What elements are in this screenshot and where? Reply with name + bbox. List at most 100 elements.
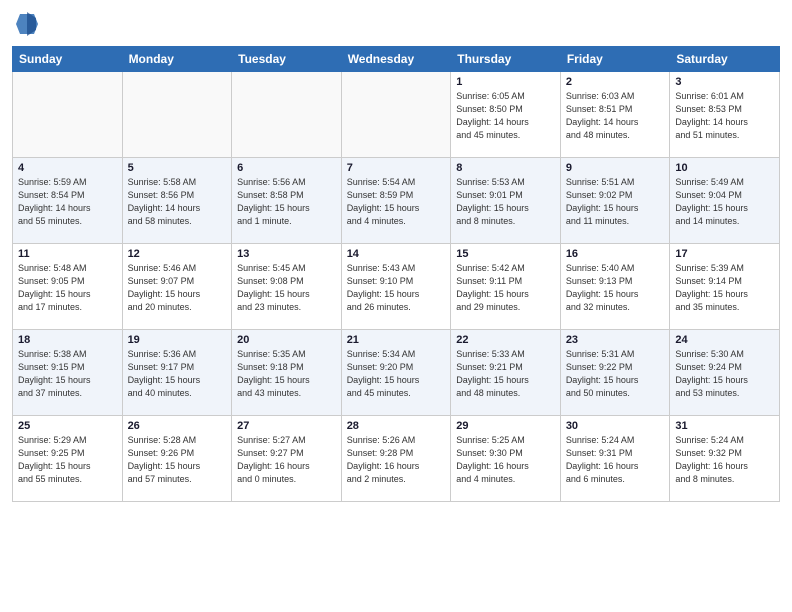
day-detail: Sunrise: 5:46 AM Sunset: 9:07 PM Dayligh… [128, 262, 227, 314]
calendar-cell: 9 Sunrise: 5:51 AM Sunset: 9:02 PM Daylig… [560, 158, 670, 244]
day-number: 9 [566, 162, 665, 174]
day-detail: Sunrise: 5:30 AM Sunset: 9:24 PM Dayligh… [675, 348, 774, 400]
calendar-cell: 31 Sunrise: 5:24 AM Sunset: 9:32 PM Dayli… [670, 416, 780, 502]
day-detail: Sunrise: 5:27 AM Sunset: 9:27 PM Dayligh… [237, 434, 336, 486]
day-detail: Sunrise: 5:35 AM Sunset: 9:18 PM Dayligh… [237, 348, 336, 400]
day-number: 4 [18, 162, 117, 174]
day-detail: Sunrise: 5:42 AM Sunset: 9:11 PM Dayligh… [456, 262, 555, 314]
day-detail: Sunrise: 6:05 AM Sunset: 8:50 PM Dayligh… [456, 90, 555, 142]
day-number: 25 [18, 420, 117, 432]
calendar-cell: 10Sunrise: 5:49 AM Sunset: 9:04 PM Dayli… [670, 158, 780, 244]
day-detail: Sunrise: 6:03 AM Sunset: 8:51 PM Dayligh… [566, 90, 665, 142]
day-number: 19 [128, 334, 227, 346]
day-detail: Sunrise: 5:25 AM Sunset: 9:30 PM Dayligh… [456, 434, 555, 486]
day-detail: Sunrise: 6:01 AM Sunset: 8:53 PM Dayligh… [675, 90, 774, 142]
calendar-day-header: Saturday [670, 47, 780, 72]
day-detail: Sunrise: 5:31 AM Sunset: 9:22 PM Dayligh… [566, 348, 665, 400]
day-detail: Sunrise: 5:38 AM Sunset: 9:15 PM Dayligh… [18, 348, 117, 400]
calendar-cell: 12 Sunrise: 5:46 AM Sunset: 9:07 PM Dayli… [122, 244, 232, 330]
page: SundayMondayTuesdayWednesdayThursdayFrid… [0, 0, 792, 612]
day-detail: Sunrise: 5:36 AM Sunset: 9:17 PM Dayligh… [128, 348, 227, 400]
day-detail: Sunrise: 5:51 AM Sunset: 9:02 PM Dayligh… [566, 176, 665, 228]
day-detail: Sunrise: 5:39 AM Sunset: 9:14 PM Dayligh… [675, 262, 774, 314]
day-number: 24 [675, 334, 774, 346]
day-detail: Sunrise: 5:43 AM Sunset: 9:10 PM Dayligh… [347, 262, 446, 314]
day-number: 14 [347, 248, 446, 260]
day-detail: Sunrise: 5:34 AM Sunset: 9:20 PM Dayligh… [347, 348, 446, 400]
calendar-header-row: SundayMondayTuesdayWednesdayThursdayFrid… [13, 47, 780, 72]
day-number: 16 [566, 248, 665, 260]
calendar-cell: 27 Sunrise: 5:27 AM Sunset: 9:27 PM Dayli… [232, 416, 342, 502]
calendar-cell: 25 Sunrise: 5:29 AM Sunset: 9:25 PM Dayli… [13, 416, 123, 502]
calendar-cell: 24 Sunrise: 5:30 AM Sunset: 9:24 PM Dayli… [670, 330, 780, 416]
calendar-cell [122, 72, 232, 158]
day-detail: Sunrise: 5:33 AM Sunset: 9:21 PM Dayligh… [456, 348, 555, 400]
calendar-cell: 21 Sunrise: 5:34 AM Sunset: 9:20 PM Dayli… [341, 330, 451, 416]
day-number: 12 [128, 248, 227, 260]
calendar-cell: 18Sunrise: 5:38 AM Sunset: 9:15 PM Dayli… [13, 330, 123, 416]
day-number: 2 [566, 76, 665, 88]
day-detail: Sunrise: 5:48 AM Sunset: 9:05 PM Dayligh… [18, 262, 117, 314]
day-number: 22 [456, 334, 555, 346]
day-number: 28 [347, 420, 446, 432]
logo [12, 10, 38, 38]
day-number: 17 [675, 248, 774, 260]
calendar-day-header: Thursday [451, 47, 561, 72]
day-number: 8 [456, 162, 555, 174]
day-number: 6 [237, 162, 336, 174]
day-detail: Sunrise: 5:59 AM Sunset: 8:54 PM Dayligh… [18, 176, 117, 228]
day-detail: Sunrise: 5:49 AM Sunset: 9:04 PM Dayligh… [675, 176, 774, 228]
calendar-day-header: Monday [122, 47, 232, 72]
day-number: 21 [347, 334, 446, 346]
calendar-cell: 4 Sunrise: 5:59 AM Sunset: 8:54 PM Daylig… [13, 158, 123, 244]
calendar-week-row: 11 Sunrise: 5:48 AM Sunset: 9:05 PM Dayli… [13, 244, 780, 330]
day-number: 20 [237, 334, 336, 346]
calendar-cell: 30 Sunrise: 5:24 AM Sunset: 9:31 PM Dayli… [560, 416, 670, 502]
day-number: 13 [237, 248, 336, 260]
calendar-cell: 2 Sunrise: 6:03 AM Sunset: 8:51 PM Daylig… [560, 72, 670, 158]
calendar-cell: 7Sunrise: 5:54 AM Sunset: 8:59 PM Daylig… [341, 158, 451, 244]
calendar-cell: 22 Sunrise: 5:33 AM Sunset: 9:21 PM Dayli… [451, 330, 561, 416]
calendar-cell: 8 Sunrise: 5:53 AM Sunset: 9:01 PM Daylig… [451, 158, 561, 244]
logo-icon [16, 10, 38, 38]
calendar-cell: 29Sunrise: 5:25 AM Sunset: 9:30 PM Dayli… [451, 416, 561, 502]
calendar-week-row: 1Sunrise: 6:05 AM Sunset: 8:50 PM Daylig… [13, 72, 780, 158]
calendar-cell: 1Sunrise: 6:05 AM Sunset: 8:50 PM Daylig… [451, 72, 561, 158]
day-number: 26 [128, 420, 227, 432]
day-detail: Sunrise: 5:56 AM Sunset: 8:58 PM Dayligh… [237, 176, 336, 228]
calendar-cell: 28 Sunrise: 5:26 AM Sunset: 9:28 PM Dayli… [341, 416, 451, 502]
calendar-cell: 23 Sunrise: 5:31 AM Sunset: 9:22 PM Dayli… [560, 330, 670, 416]
calendar-cell: 19 Sunrise: 5:36 AM Sunset: 9:17 PM Dayli… [122, 330, 232, 416]
day-detail: Sunrise: 5:24 AM Sunset: 9:31 PM Dayligh… [566, 434, 665, 486]
day-number: 23 [566, 334, 665, 346]
day-detail: Sunrise: 5:53 AM Sunset: 9:01 PM Dayligh… [456, 176, 555, 228]
calendar-cell: 16 Sunrise: 5:40 AM Sunset: 9:13 PM Dayli… [560, 244, 670, 330]
calendar-cell [341, 72, 451, 158]
day-detail: Sunrise: 5:29 AM Sunset: 9:25 PM Dayligh… [18, 434, 117, 486]
day-detail: Sunrise: 5:58 AM Sunset: 8:56 PM Dayligh… [128, 176, 227, 228]
calendar-cell: 3Sunrise: 6:01 AM Sunset: 8:53 PM Daylig… [670, 72, 780, 158]
day-detail: Sunrise: 5:28 AM Sunset: 9:26 PM Dayligh… [128, 434, 227, 486]
calendar-week-row: 25 Sunrise: 5:29 AM Sunset: 9:25 PM Dayli… [13, 416, 780, 502]
calendar-day-header: Wednesday [341, 47, 451, 72]
day-number: 27 [237, 420, 336, 432]
day-detail: Sunrise: 5:45 AM Sunset: 9:08 PM Dayligh… [237, 262, 336, 314]
calendar-day-header: Sunday [13, 47, 123, 72]
day-number: 7 [347, 162, 446, 174]
calendar-table: SundayMondayTuesdayWednesdayThursdayFrid… [12, 46, 780, 502]
day-detail: Sunrise: 5:26 AM Sunset: 9:28 PM Dayligh… [347, 434, 446, 486]
calendar-cell: 26 Sunrise: 5:28 AM Sunset: 9:26 PM Dayli… [122, 416, 232, 502]
calendar-week-row: 18Sunrise: 5:38 AM Sunset: 9:15 PM Dayli… [13, 330, 780, 416]
calendar-cell: 14 Sunrise: 5:43 AM Sunset: 9:10 PM Dayli… [341, 244, 451, 330]
calendar-cell: 13 Sunrise: 5:45 AM Sunset: 9:08 PM Dayli… [232, 244, 342, 330]
day-number: 31 [675, 420, 774, 432]
day-number: 15 [456, 248, 555, 260]
day-number: 30 [566, 420, 665, 432]
day-detail: Sunrise: 5:40 AM Sunset: 9:13 PM Dayligh… [566, 262, 665, 314]
calendar-week-row: 4 Sunrise: 5:59 AM Sunset: 8:54 PM Daylig… [13, 158, 780, 244]
calendar-day-header: Tuesday [232, 47, 342, 72]
calendar-day-header: Friday [560, 47, 670, 72]
day-number: 11 [18, 248, 117, 260]
day-detail: Sunrise: 5:24 AM Sunset: 9:32 PM Dayligh… [675, 434, 774, 486]
header [12, 10, 780, 38]
